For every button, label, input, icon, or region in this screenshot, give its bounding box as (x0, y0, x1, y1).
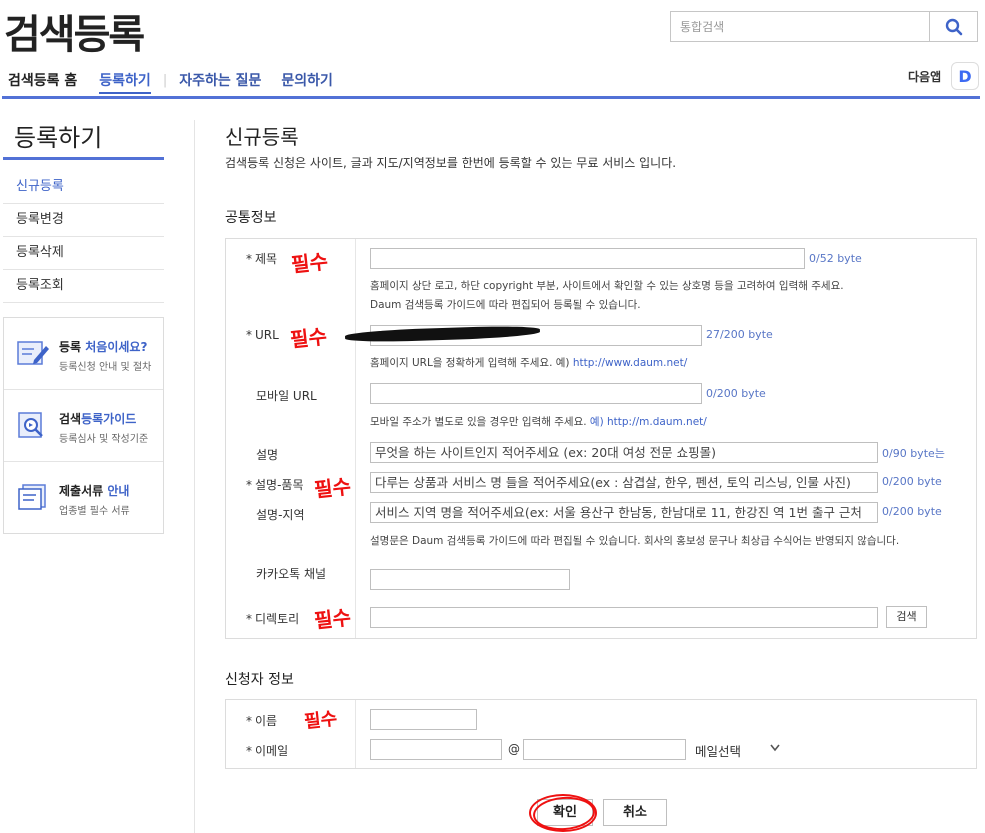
handwritten-required-note-stacked: 필수 (303, 708, 339, 733)
page-description: 검색등록 신청은 사이트, 글과 지도/지역정보를 한번에 등록할 수 있는 무… (225, 156, 677, 170)
email-local-input[interactable] (370, 739, 502, 760)
guide-card-title: 제출서류 안내 (59, 484, 130, 498)
description-region-label: 설명-지역 (256, 508, 305, 522)
top-nav: 검색등록 홈 등록하기 | 자주하는 질문 문의하기 (8, 66, 353, 94)
mobile-url-input[interactable] (370, 383, 702, 404)
email-domain-input[interactable] (523, 739, 686, 760)
header-divider (2, 96, 980, 99)
handwritten-required-note: 필수 (313, 605, 353, 633)
email-domain-select[interactable]: 메일선택 (695, 741, 741, 760)
title-byte-counter: 0/52 byte (809, 252, 862, 265)
sidebar-menu: 신규등록 등록변경 등록삭제 등록조회 (3, 171, 164, 303)
mobile-url-byte-counter: 0/200 byte (706, 387, 766, 400)
description-region-byte-counter: 0/200 byte (882, 505, 942, 518)
sidebar-item-delete[interactable]: 등록삭제 (3, 237, 164, 270)
directory-label: * 디렉토리 (246, 612, 300, 626)
title-help-1: 홈페이지 상단 로고, 하단 copyright 부분, 사이트에서 확인할 수… (370, 280, 844, 292)
description-input[interactable]: 무엇을 하는 사이트인지 적어주세요 (ex: 20대 여성 전문 쇼핑몰) (370, 442, 878, 463)
description-product-byte-counter: 0/200 byte (882, 475, 942, 488)
description-byte-counter: 0/90 byte는 (882, 447, 945, 460)
description-help: 설명문은 Daum 검색등록 가이드에 따라 편집될 수 있습니다. 회사의 홍… (370, 535, 900, 547)
sidebar-item-new[interactable]: 신규등록 (3, 171, 164, 204)
guide-card-subtitle: 등록신청 안내 및 절차 (59, 362, 152, 373)
description-region-input[interactable]: 서비스 지역 명을 적어주세요(ex: 서울 용산구 한남동, 한남대로 11,… (370, 502, 878, 523)
url-help: 홈페이지 URL을 정확하게 입력해 주세요. 예) http://www.da… (370, 357, 688, 369)
global-search (670, 11, 978, 42)
kakao-channel-input[interactable] (370, 569, 570, 590)
search-icon (945, 18, 962, 35)
guide-card-subtitle: 업종별 필수 서류 (59, 506, 130, 517)
magnifier-doc-icon (18, 412, 43, 438)
guide-card-title: 검색등록가이드 (59, 412, 137, 426)
mobile-url-label: 모바일 URL (256, 389, 317, 403)
title-help-2: Daum 검색등록 가이드에 따라 편집되어 등록될 수 있습니다. (370, 299, 641, 311)
mobile-url-help: 모바일 주소가 별도로 있을 경우만 입력해 주세요. 예) http://m.… (370, 416, 707, 428)
title-label: * 제목 (246, 252, 278, 266)
name-label: * 이름 (246, 714, 278, 728)
sidebar-divider (194, 120, 195, 833)
sidebar-guide-box: 등록 처음이세요? 등록신청 안내 및 절차 검색등록가이드 등록심사 및 작성… (3, 317, 164, 534)
daum-app-icon[interactable]: D (951, 62, 979, 90)
nav-home[interactable]: 검색등록 홈 (8, 70, 77, 90)
directory-search-button[interactable]: 검색 (886, 606, 927, 628)
directory-input[interactable] (370, 607, 878, 628)
guide-card-documents[interactable]: 제출서류 안내 업종별 필수 서류 (4, 462, 163, 534)
page-title: 신규등록 (225, 125, 299, 149)
pencil-doc-icon (17, 341, 49, 365)
cancel-button[interactable]: 취소 (603, 799, 667, 826)
email-label: * 이메일 (246, 744, 289, 758)
guide-card-subtitle: 등록심사 및 작성기준 (59, 434, 149, 445)
handwritten-required-note: 필수 (313, 474, 353, 502)
handwritten-required-note: 필수 (290, 249, 330, 277)
applicant-section-title: 신청자 정보 (225, 672, 294, 688)
name-input[interactable] (370, 709, 477, 730)
description-product-input[interactable]: 다루는 상품과 서비스 명 들을 적어주세요(ex : 삼겹살, 한우, 펜션,… (370, 472, 878, 493)
search-button[interactable] (929, 12, 977, 41)
search-input[interactable] (671, 12, 929, 41)
kakao-channel-label: 카카오톡 채널 (256, 567, 327, 581)
email-at-sign: @ (508, 742, 520, 756)
url-label: * URL (246, 328, 279, 342)
guide-card-register-guide[interactable]: 검색등록가이드 등록심사 및 작성기준 (4, 390, 163, 462)
common-section-title: 공통정보 (225, 210, 277, 226)
nav-contact[interactable]: 문의하기 (281, 70, 333, 90)
chevron-down-icon[interactable] (770, 744, 780, 752)
sidebar-title-underline (3, 157, 164, 160)
sidebar-title: 등록하기 (14, 124, 103, 152)
nav-register[interactable]: 등록하기 (99, 70, 151, 94)
nav-faq[interactable]: 자주하는 질문 (179, 70, 261, 90)
sidebar-item-change[interactable]: 등록변경 (3, 204, 164, 237)
guide-card-first-time[interactable]: 등록 처음이세요? 등록신청 안내 및 절차 (4, 318, 163, 390)
handwritten-required-note: 필수 (289, 324, 329, 352)
description-product-label: * 설명-품목 (246, 478, 304, 492)
site-logo[interactable]: 검색등록 (4, 2, 145, 60)
daum-app-link[interactable]: 다음앱 (908, 68, 941, 85)
url-byte-counter: 27/200 byte (706, 328, 773, 341)
document-stack-icon (18, 484, 46, 510)
title-input[interactable] (370, 248, 805, 269)
sidebar-item-lookup[interactable]: 등록조회 (3, 270, 164, 303)
guide-card-title: 등록 처음이세요? (59, 340, 148, 354)
description-label: 설명 (256, 448, 279, 462)
nav-separator: | (162, 72, 168, 88)
